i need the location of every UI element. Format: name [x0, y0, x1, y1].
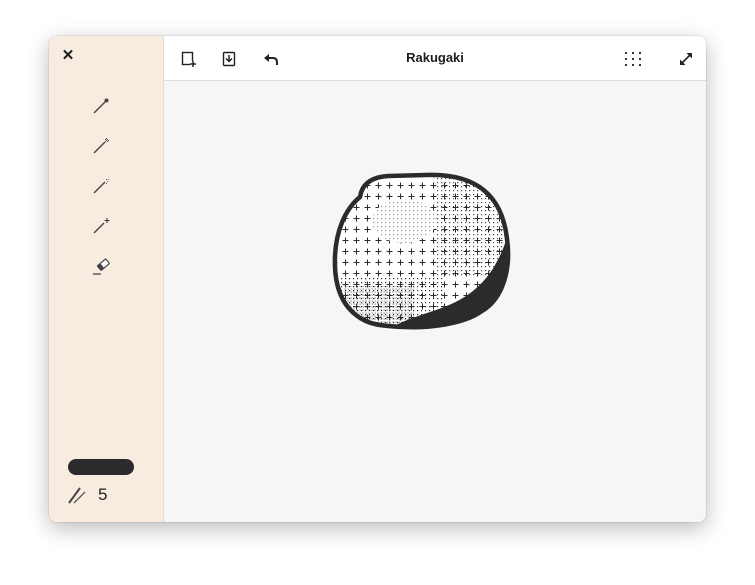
- sidebar: ✕ 5: [49, 36, 164, 522]
- brush-size[interactable]: 5: [68, 485, 107, 505]
- brush-size-icon: [68, 487, 86, 504]
- cross-pen-icon: [93, 218, 110, 234]
- tool-list: [89, 94, 113, 294]
- menu-button[interactable]: [622, 48, 644, 70]
- color-swatch[interactable]: [68, 459, 134, 475]
- dotted-pen-tool[interactable]: [89, 174, 113, 198]
- spray-pen-icon: [93, 138, 109, 154]
- pen-icon: [93, 98, 109, 114]
- eraser-icon: [93, 258, 110, 275]
- app-window: ✕ 5 Rakugaki: [49, 36, 706, 522]
- grid-menu-icon: [625, 52, 641, 66]
- fullscreen-icon: [679, 52, 693, 66]
- header-bar: Rakugaki: [164, 36, 706, 81]
- drawing-artwork: [332, 172, 511, 330]
- cross-pen-tool[interactable]: [89, 214, 113, 238]
- drawing-canvas[interactable]: [164, 81, 706, 522]
- spray-pen-tool[interactable]: [89, 134, 113, 158]
- dotted-pen-icon: [93, 179, 109, 194]
- brush-size-value: 5: [98, 485, 108, 504]
- fullscreen-button[interactable]: [675, 48, 697, 70]
- pen-tool[interactable]: [89, 94, 113, 118]
- close-icon[interactable]: ✕: [59, 46, 77, 64]
- eraser-tool[interactable]: [89, 254, 113, 278]
